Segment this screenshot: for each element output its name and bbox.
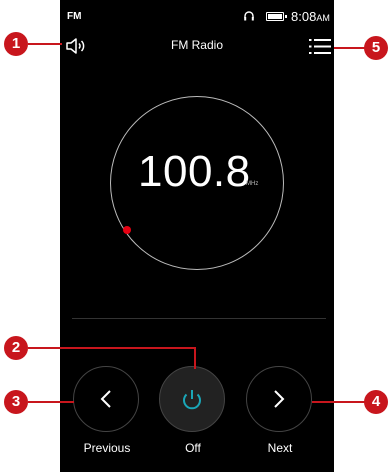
callout-badge-2: 2 (4, 336, 28, 360)
callout-badge-1: 1 (4, 32, 28, 56)
callout-leader-1 (28, 43, 62, 45)
previous-button[interactable] (73, 366, 139, 432)
callout-leader-4 (312, 401, 366, 403)
battery-icon (266, 12, 287, 21)
callout-badge-3: 3 (4, 390, 28, 414)
status-time-ampm: AM (316, 13, 330, 23)
callout-leader-5 (334, 47, 366, 49)
power-button[interactable] (159, 366, 225, 432)
off-label: Off (185, 441, 201, 455)
frequency-display: 100.8 (138, 147, 251, 196)
chevron-right-icon (274, 390, 285, 408)
status-app-label: FM (67, 11, 82, 22)
frequency-unit: MHz (246, 181, 259, 187)
previous-label: Previous (83, 441, 131, 455)
headset-icon (244, 11, 254, 21)
power-icon (183, 390, 201, 410)
next-label: Next (267, 441, 293, 455)
chevron-left-icon (100, 390, 111, 408)
callout-leader-2-vertical (194, 347, 196, 369)
page-title: FM Radio (170, 38, 223, 52)
next-button[interactable] (246, 366, 312, 432)
menu-icon[interactable] (309, 38, 331, 55)
divider (72, 318, 326, 319)
status-time-value: 8:08 (291, 9, 317, 24)
tuning-indicator[interactable] (123, 226, 131, 234)
callout-leader-2 (28, 347, 196, 349)
status-bar: FM 8:08AM (60, 0, 334, 30)
callout-badge-4: 4 (364, 390, 388, 414)
callout-badge-5: 5 (364, 36, 388, 60)
phone-screen: FM 8:08AM FM Radio 100.8 MHz Previous Of… (60, 0, 334, 472)
status-time: 8:08AM (291, 9, 330, 24)
callout-leader-3 (28, 401, 74, 403)
